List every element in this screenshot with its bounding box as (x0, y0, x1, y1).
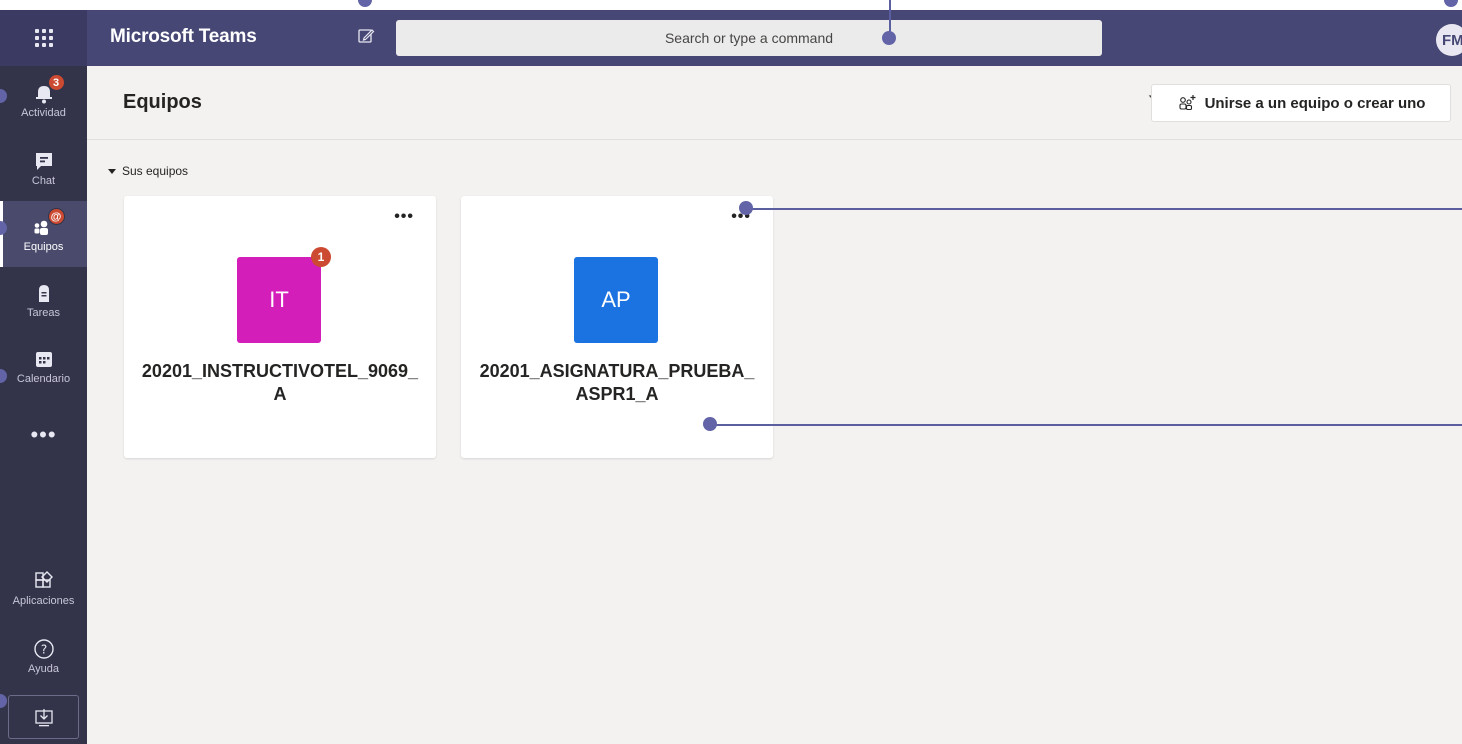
team-card[interactable]: ••• IT 1 20201_INSTRUCTIVOTEL_9069_A (124, 196, 436, 458)
more-apps-button[interactable]: ••• (0, 418, 87, 452)
svg-text:?: ? (40, 643, 46, 657)
team-name: 20201_INSTRUCTIVOTEL_9069_A (141, 361, 419, 404)
annotation-marker (703, 417, 717, 431)
rail-item-chat[interactable]: Chat (0, 136, 87, 200)
teams-icon: @ (32, 208, 65, 239)
annotation-line (889, 0, 891, 32)
team-notification-badge: 1 (311, 247, 331, 267)
search-placeholder: Search or type a command (664, 30, 834, 46)
rail-item-actividad[interactable]: 3 Actividad (0, 68, 87, 132)
rail-item-label: Aplicaciones (12, 595, 75, 607)
waffle-icon (34, 29, 53, 47)
annotation-marker (882, 31, 896, 45)
rail-item-label: Equipos (23, 241, 64, 253)
team-card[interactable]: ••• AP 20201_ASIGNATURA_PRUEBA_ASPR1_A (461, 196, 773, 458)
activity-badge: 3 (47, 74, 65, 91)
chat-icon (32, 149, 56, 173)
new-chat-icon[interactable] (356, 26, 376, 46)
top-stripe (0, 0, 1462, 10)
add-team-icon (1179, 95, 1196, 111)
join-button-label: Unirse a un equipo o crear uno (1204, 94, 1426, 112)
download-icon (34, 709, 53, 727)
app-launcher-button[interactable] (0, 10, 87, 66)
annotation-line (710, 424, 1462, 426)
rail-item-tareas[interactable]: Tareas (0, 268, 87, 332)
rail-item-label: Actividad (21, 107, 66, 119)
user-avatar[interactable]: FM (1436, 24, 1462, 56)
section-label: Sus equipos (122, 164, 189, 178)
app-title: Microsoft Teams (110, 26, 257, 47)
calendar-icon (32, 347, 56, 371)
rail-item-calendario[interactable]: Calendario (0, 334, 87, 398)
rail-item-aplicaciones[interactable]: Aplicaciones (0, 556, 87, 620)
rail-item-label: Tareas (26, 307, 61, 319)
help-icon: ? (32, 637, 56, 661)
rail-item-label: Chat (31, 175, 56, 187)
team-name: 20201_ASIGNATURA_PRUEBA_ASPR1_A (479, 361, 755, 404)
more-options-button[interactable]: ••• (394, 208, 414, 226)
assignments-icon (32, 281, 56, 305)
apps-icon (32, 569, 56, 593)
team-avatar: AP (574, 257, 658, 343)
annotation-line (746, 208, 1462, 210)
bell-icon: 3 (32, 74, 65, 105)
join-or-create-team-button[interactable]: Unirse a un equipo o crear uno (1151, 84, 1451, 122)
mention-badge: @ (47, 208, 65, 225)
annotation-marker (739, 201, 753, 215)
team-avatar: IT 1 (237, 247, 331, 343)
rail-item-label: Calendario (16, 373, 71, 385)
caret-down-icon (108, 168, 116, 174)
download-app-button[interactable] (8, 695, 79, 739)
your-teams-toggle[interactable]: Sus equipos (108, 164, 188, 178)
team-initials: IT (269, 287, 289, 312)
user-initials: FM (1442, 31, 1462, 49)
rail-item-ayuda[interactable]: ? Ayuda (0, 624, 87, 688)
search-input[interactable]: Search or type a command (396, 20, 1102, 56)
team-initials: AP (601, 287, 631, 312)
rail-item-label: Ayuda (28, 663, 59, 675)
page-title: Equipos (123, 91, 202, 113)
rail-item-equipos[interactable]: @ Equipos (0, 201, 87, 267)
